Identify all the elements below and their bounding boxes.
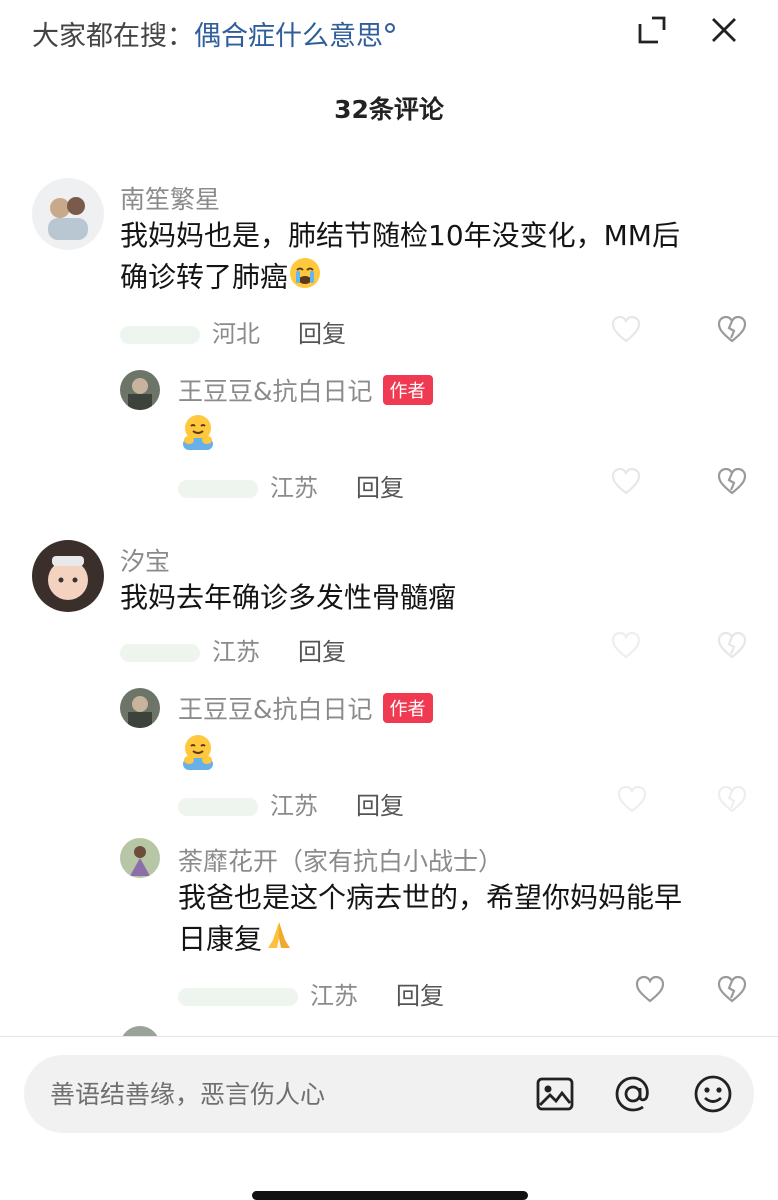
search-prefix: 大家都在搜： (32, 21, 194, 52)
avatar[interactable] (120, 688, 160, 728)
hug-emoji-icon (178, 732, 218, 776)
like-icon[interactable] (634, 974, 666, 1004)
reply-text: 我爸也是这个病去世的，希望你妈妈能早 日康复 (178, 878, 682, 963)
comment-input-placeholder: 善语结善缘，恶言伤人心 (50, 1080, 326, 1109)
praying-hands-emoji-icon (262, 918, 296, 963)
home-indicator (252, 1191, 528, 1200)
reply-button[interactable]: 回复 (356, 474, 404, 502)
reply-location: 江苏 (270, 474, 318, 502)
search-suggestion[interactable]: 大家都在搜：偶合症什么意思 (32, 14, 395, 53)
author-badge: 作者 (382, 375, 433, 405)
avatar[interactable] (32, 540, 104, 612)
dislike-icon[interactable] (716, 314, 748, 344)
comment-text: 我妈去年确诊多发性骨髓瘤 (120, 581, 457, 614)
reply-username[interactable]: 王豆豆&抗白日记 作者 (178, 372, 433, 408)
reply-location: 江苏 (270, 792, 318, 820)
crying-emoji-icon (288, 256, 322, 301)
emoji-icon[interactable] (692, 1073, 734, 1115)
reply-button[interactable]: 回复 (396, 982, 444, 1010)
comment-text-line: 我妈妈也是，肺结节随检10年没变化，MM后 (120, 219, 680, 252)
hug-emoji-icon (178, 412, 218, 456)
comment-list: 南笙繁星 我妈妈也是，肺结节随检10年没变化，MM后 确诊转了肺癌 河北 回复 王… (0, 160, 778, 1036)
reply-location: 江苏 (310, 982, 358, 1010)
reply-text-line: 我爸也是这个病去世的，希望你妈妈能早 (178, 881, 683, 914)
like-icon[interactable] (610, 314, 642, 344)
reply-button[interactable]: 回复 (298, 638, 346, 666)
comment-meta: 江苏 回复 (120, 632, 346, 667)
comment-input[interactable]: 善语结善缘，恶言伤人心 (24, 1055, 754, 1133)
reply-text-line: 日康复 (178, 918, 682, 963)
comment-count: 32条评论 (334, 95, 444, 124)
comment-location: 江苏 (212, 638, 260, 666)
search-icon (385, 23, 395, 33)
reply-meta: 江苏 回复 (178, 468, 404, 503)
comment-text-line: 确诊转了肺癌 (120, 256, 680, 301)
like-icon[interactable] (610, 466, 642, 496)
search-keyword[interactable]: 偶合症什么意思 (194, 21, 383, 52)
like-icon[interactable] (616, 784, 648, 814)
expand-icon[interactable] (632, 10, 672, 50)
reply-button[interactable]: 回复 (356, 792, 404, 820)
comment-meta: 河北 回复 (120, 314, 346, 349)
comment-location: 河北 (212, 320, 260, 348)
comment-input-bar: 善语结善缘，恶言伤人心 (0, 1036, 778, 1200)
author-badge: 作者 (382, 693, 433, 723)
dislike-icon[interactable] (716, 630, 748, 660)
top-bar: 大家都在搜：偶合症什么意思 (0, 0, 778, 70)
reply-meta: 江苏 回复 (178, 786, 404, 821)
close-icon[interactable] (704, 10, 744, 50)
avatar[interactable] (120, 838, 160, 878)
reply-button[interactable]: 回复 (298, 320, 346, 348)
reply-meta: 江苏 回复 (178, 976, 444, 1011)
avatar[interactable] (32, 178, 104, 250)
avatar[interactable] (120, 1026, 160, 1036)
mention-icon[interactable] (612, 1073, 654, 1115)
reply-username[interactable]: 荼靡花开（家有抗白小战士） (178, 842, 503, 878)
dislike-icon[interactable] (716, 784, 748, 814)
dislike-icon[interactable] (716, 974, 748, 1004)
image-icon[interactable] (534, 1073, 576, 1115)
like-icon[interactable] (610, 630, 642, 660)
comment-username[interactable]: 汐宝 (120, 542, 170, 578)
dislike-icon[interactable] (716, 466, 748, 496)
avatar[interactable] (120, 370, 160, 410)
reply-username[interactable]: 王豆豆&抗白日记 作者 (178, 690, 433, 726)
comment-username[interactable]: 南笙繁星 (120, 180, 220, 216)
comment-text: 我妈妈也是，肺结节随检10年没变化，MM后 确诊转了肺癌 (120, 216, 680, 301)
